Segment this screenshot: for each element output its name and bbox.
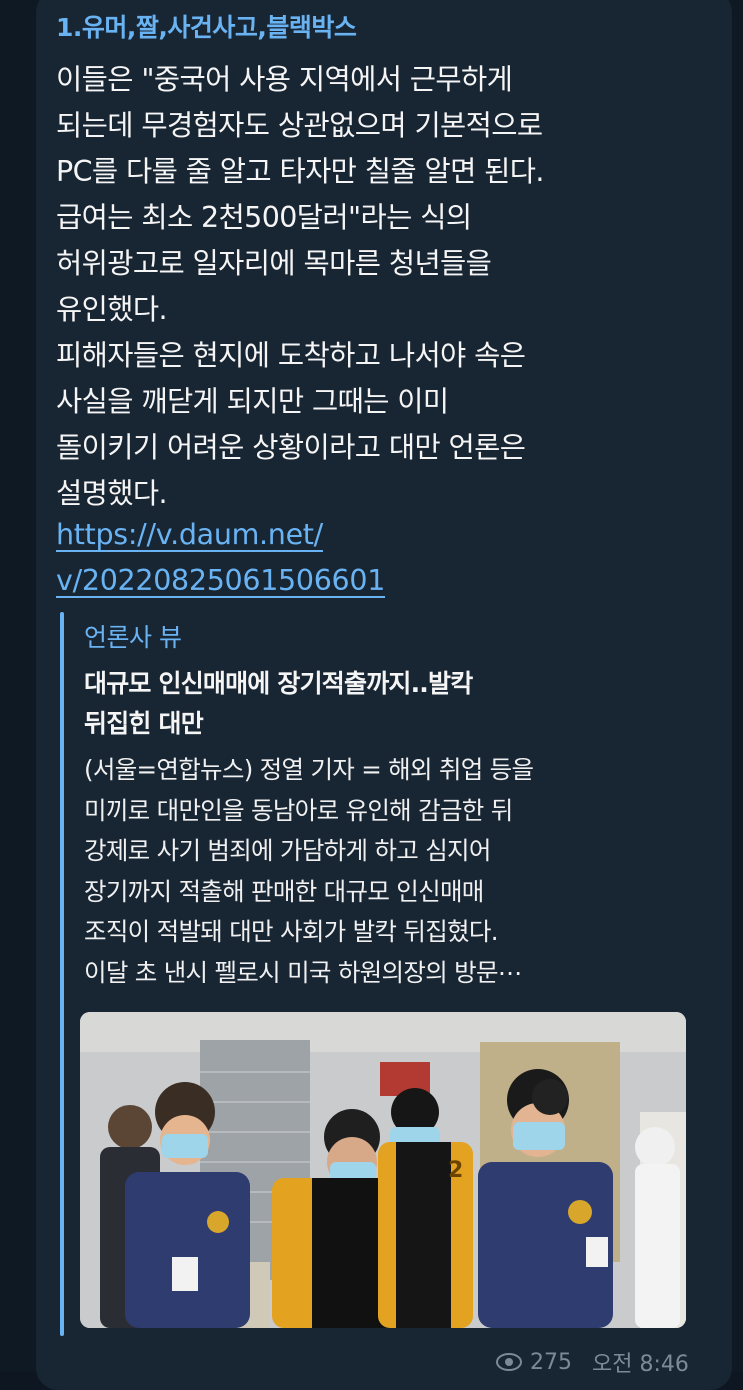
message-text: 이들은 "중국어 사용 지역에서 근무하게 되는데 무경험자도 상관없으며 기본… [56,63,544,510]
preview-description: (서울=연합뉴스) 정열 기자 = 해외 취업 등을 미끼로 대만인을 동남아로… [84,755,534,987]
eye-icon [496,1353,522,1371]
view-count: 275 [530,1349,572,1375]
link-preview[interactable]: 언론사 뷰 대규모 인신매매에 장기적출까지..발칵 뒤집힌 대만 (서울=연합… [60,612,700,1342]
message-meta: 275 오전 8:46 [496,1346,689,1378]
preview-site-name: 언론사 뷰 [84,623,182,652]
news-photo: 1 2 [80,1012,686,1328]
message-sender[interactable]: 1.유머,짤,사건사고,블랙박스 [56,8,357,44]
preview-image[interactable]: 1 2 [80,1012,686,1328]
vest-number-2: 2 [448,1158,463,1183]
message-link[interactable]: https://v.daum.net/ v/20220825061506601 [56,512,696,604]
preview-accent-bar [60,612,64,1336]
message-time: 오전 8:46 [592,1352,689,1377]
preview-title: 대규모 인신매매에 장기적출까지..발칵 뒤집힌 대만 [84,669,473,738]
